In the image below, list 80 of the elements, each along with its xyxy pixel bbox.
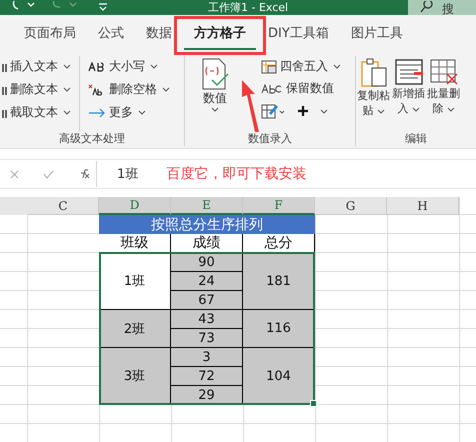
table-cell: 24 xyxy=(171,272,243,291)
column-header[interactable]: E xyxy=(171,197,243,215)
number-button[interactable]: 数值 xyxy=(197,56,233,131)
document-check-icon xyxy=(200,58,230,90)
column-header[interactable]: H xyxy=(387,197,459,215)
text-icon xyxy=(2,62,7,72)
header-cell: 总分 xyxy=(243,234,315,253)
text-icon xyxy=(2,108,7,118)
ribbon-button[interactable]: 删除空格 xyxy=(86,79,172,100)
text-icon xyxy=(2,84,7,94)
ribbon-button[interactable]: 大小写 xyxy=(86,56,172,77)
header-cell: 成绩 xyxy=(171,234,243,253)
ribbon-button[interactable]: 更多 xyxy=(86,102,172,123)
ribbon-tab[interactable]: 数据 xyxy=(136,18,182,50)
case-icon xyxy=(88,62,106,72)
window-title: 工作簿1 - Excel xyxy=(208,2,288,14)
table-cell: 72 xyxy=(171,367,243,386)
caret-icon xyxy=(211,107,219,112)
column-header[interactable]: F xyxy=(243,197,315,215)
table-cell: 2班 xyxy=(99,310,171,348)
caret-icon xyxy=(412,107,420,112)
caret-icon xyxy=(376,109,385,114)
arrow xyxy=(240,80,260,132)
ribbon-button[interactable]: 新增插 入 xyxy=(391,56,426,131)
delete-table-icon xyxy=(428,58,458,86)
annotation-text: 百度它，即可下载安装 xyxy=(166,165,306,183)
insert-rows-icon xyxy=(394,58,424,86)
fill-handle[interactable] xyxy=(310,400,317,407)
ribbon-tab[interactable]: 公式 xyxy=(88,18,134,50)
caret-icon xyxy=(138,110,146,115)
column-header[interactable]: D xyxy=(99,197,171,215)
check-icon[interactable] xyxy=(43,170,54,178)
ribbon-button[interactable]: 四舍五入 xyxy=(259,56,343,77)
ribbon-button[interactable]: 删除文本 xyxy=(0,79,73,100)
table-title: 按照总分生序排列 xyxy=(99,215,315,234)
table-cell: 1班 xyxy=(99,253,171,310)
undo-icon[interactable] xyxy=(10,1,36,11)
ribbon-button[interactable]: 插入文本 xyxy=(0,56,73,77)
caret-icon xyxy=(63,110,71,115)
ribbon-tab[interactable]: 页面布局 xyxy=(14,18,86,50)
group-label: 数值录入 xyxy=(247,131,293,146)
ribbon-tab[interactable]: 方方格子 xyxy=(184,18,256,50)
cell-value: 1班 xyxy=(117,166,138,183)
group-label: 编辑 xyxy=(404,131,428,146)
caret-icon xyxy=(162,87,170,92)
ribbon-tab[interactable]: DIY工具箱 xyxy=(258,18,339,50)
table-cell: 67 xyxy=(171,291,243,310)
customize-icon[interactable] xyxy=(98,3,108,11)
formula-field[interactable]: 1班 百度它，即可下载安装 xyxy=(96,161,476,187)
caret-icon xyxy=(333,64,341,69)
ribbon-tab[interactable]: 图片工具 xyxy=(340,18,413,50)
function-icon[interactable] xyxy=(78,169,90,179)
table-cell: 181 xyxy=(243,253,315,310)
table-cell: 116 xyxy=(243,310,315,348)
table-cell: 3班 xyxy=(99,348,171,405)
table-cell: 3 xyxy=(171,348,243,367)
ribbon-button[interactable]: 截取文本 xyxy=(0,102,73,123)
header-cell: 班级 xyxy=(99,234,171,253)
caret-icon xyxy=(150,64,158,69)
column-header[interactable]: G xyxy=(315,197,387,215)
edit-table-icon[interactable] xyxy=(261,103,287,119)
ribbon-button[interactable]: 复制粘 贴 xyxy=(356,56,391,131)
search-field[interactable]: 搜 xyxy=(408,0,476,15)
ribbon-button[interactable]: 批量删 除 xyxy=(426,56,461,131)
group-label: 高级文本处理 xyxy=(58,131,126,146)
table-cell: 43 xyxy=(171,310,243,329)
ribbon-button[interactable]: 保留数值 xyxy=(259,78,343,99)
caret-icon xyxy=(63,87,71,92)
plus-icon[interactable] xyxy=(297,105,329,117)
clipboard-icon xyxy=(360,58,388,88)
abc-icon xyxy=(261,84,283,94)
table-cell: 73 xyxy=(171,329,243,348)
search-icon xyxy=(420,1,434,13)
caret-icon xyxy=(63,64,71,69)
table-cell: 90 xyxy=(171,253,243,272)
column-header[interactable]: C xyxy=(28,197,99,215)
table-cell: 104 xyxy=(243,348,315,405)
caret-icon xyxy=(446,107,455,112)
arrow-right-icon xyxy=(88,108,106,118)
table-icon xyxy=(261,60,277,74)
